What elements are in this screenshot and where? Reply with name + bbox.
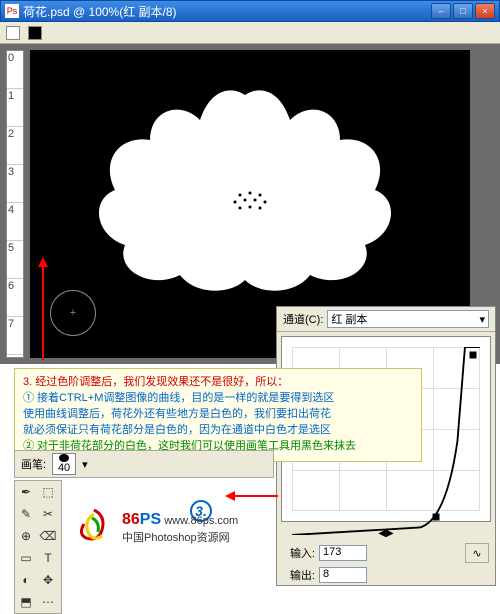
swatch-tool[interactable]: ⬒ [15, 591, 37, 613]
ruler-tick: 7 [7, 317, 23, 355]
brush-size: 40 [58, 462, 70, 474]
tutorial-note: 3. 经过色阶调整后，我们发现效果还不是很好，所以： ① 接着CTRL+M调整图… [14, 368, 422, 462]
move-tool[interactable]: ✒ [15, 481, 37, 503]
logo-brand: 86 [122, 511, 140, 528]
curve-tool-button[interactable]: ∿ [465, 543, 489, 563]
note-line: 使用曲线调整后，荷花外还有些地方是白色的，我们要扣出荷花 [23, 407, 413, 423]
logo-icon [72, 506, 116, 550]
ruler-tick: 5 [7, 241, 23, 279]
logo-ps: PS [140, 511, 161, 528]
pencil-tool[interactable]: ✎ [15, 503, 37, 525]
output-row: 输出: 8 [277, 565, 495, 585]
channel-label: 通道(C): [283, 311, 323, 327]
chevron-down-icon: ▾ [479, 313, 485, 326]
ruler-tick: 1 [7, 89, 23, 127]
channel-selector-row: 通道(C): 红 副本 ▾ [277, 307, 495, 332]
brush-label: 画笔: [21, 456, 46, 472]
window-titlebar: Ps 荷花.psd @ 100%(红 副本/8) – □ × [0, 0, 500, 22]
swatch-white[interactable] [6, 26, 20, 40]
input-row: 输入: 173 ∿ [277, 541, 495, 565]
output-label: 输出: [283, 567, 315, 583]
lotus-silhouette [80, 80, 410, 300]
dodge-tool[interactable]: ◐ [15, 569, 37, 591]
note-line: 3. 经过色阶调整后，我们发现效果还不是很好，所以： [23, 376, 288, 388]
ruler-tick: 4 [7, 203, 23, 241]
note-line: 就必须保证只有荷花部分是白色的，因为在通道中白色才是选区 [23, 423, 413, 439]
shape-tool[interactable]: ▭ [15, 547, 37, 569]
input-value[interactable]: 173 [319, 545, 367, 561]
ruler-vertical: 0 1 2 3 4 5 6 7 [6, 50, 24, 358]
ruler-tick: 2 [7, 127, 23, 165]
window-title: 荷花.psd @ 100%(红 副本/8) [23, 3, 431, 20]
logo-text: 86PS www.86ps.com 中国Photoshop资源网 [122, 511, 238, 545]
heal-tool[interactable]: ⊕ [15, 525, 37, 547]
more-tool[interactable]: ⋯ [37, 591, 59, 613]
type-tool[interactable]: T [37, 547, 59, 569]
cursor-plus-icon: + [70, 307, 76, 319]
brush-options: 画笔: 40 ▾ [14, 450, 274, 478]
tool-palette: ✒ ⬚ ✎ ✂ ⊕ ⌫ ▭ T ◐ ✥ ⬒ ⋯ [14, 480, 62, 614]
options-bar [0, 22, 500, 44]
crop-tool[interactable]: ✂ [37, 503, 59, 525]
annotation-arrow-left [228, 495, 278, 497]
close-button[interactable]: × [475, 3, 495, 19]
eraser-tool[interactable]: ⌫ [37, 525, 59, 547]
annotation-arrow-up [42, 260, 44, 360]
ruler-tick: 6 [7, 279, 23, 317]
ruler-tick: 0 [7, 51, 23, 89]
minimize-button[interactable]: – [431, 3, 451, 19]
note-line: ① 接着CTRL+M调整图像的曲线，目的是一样的就是要得到选区 [23, 391, 413, 407]
marquee-tool[interactable]: ⬚ [37, 481, 59, 503]
logo-subtitle: 中国Photoshop资源网 [122, 529, 238, 545]
swatch-black[interactable] [28, 26, 42, 40]
brush-cursor: + [50, 290, 96, 336]
curve-node[interactable] [432, 514, 439, 521]
curve-node[interactable] [470, 352, 477, 359]
chevron-down-icon[interactable]: ▾ [82, 458, 88, 471]
input-label: 输入: [283, 545, 315, 561]
app-icon: Ps [5, 4, 19, 18]
window-controls: – □ × [431, 3, 495, 19]
brush-preview[interactable]: 40 [52, 453, 76, 475]
maximize-button[interactable]: □ [453, 3, 473, 19]
output-value[interactable]: 8 [319, 567, 367, 583]
logo-url: www.86ps.com [164, 515, 238, 527]
ruler-tick: 3 [7, 165, 23, 203]
hand-tool[interactable]: ✥ [37, 569, 59, 591]
channel-dropdown[interactable]: 红 副本 ▾ [327, 310, 489, 328]
channel-selected: 红 副本 [331, 311, 367, 327]
brush-dot-icon [59, 454, 69, 462]
watermark: 86PS www.86ps.com 中国Photoshop资源网 [72, 498, 262, 558]
